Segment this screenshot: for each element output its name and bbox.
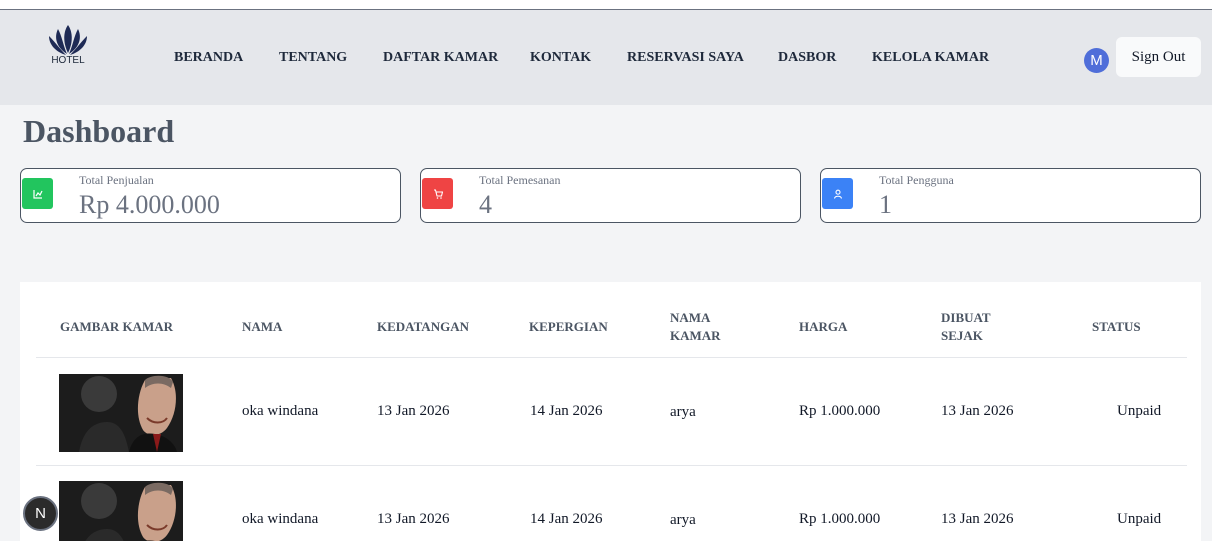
room-image: [59, 481, 183, 541]
nav-kontak[interactable]: KONTAK: [530, 50, 591, 66]
dev-tools-button[interactable]: N: [23, 496, 58, 531]
cell-nama-kamar: arya: [670, 404, 696, 420]
hotel-logo[interactable]: HOTEL: [38, 23, 98, 78]
header-harga: HARGA: [799, 319, 848, 334]
header-nama-kamar-line1: NAMA: [670, 310, 711, 325]
browser-top-edge: [0, 0, 1212, 10]
header-nama-kamar-line2: KAMAR: [670, 328, 721, 343]
nav-beranda[interactable]: BERANDA: [174, 50, 243, 66]
header-dibuat-line2: SEJAK: [941, 328, 983, 343]
stat-value: 4: [479, 190, 492, 219]
stat-label: Total Penjualan: [79, 173, 154, 187]
header-kepergian: KEPERGIAN: [529, 319, 608, 334]
cell-kedatangan: 13 Jan 2026: [377, 403, 450, 419]
cell-nama: oka windana: [242, 403, 319, 419]
cell-kedatangan: 13 Jan 2026: [377, 511, 450, 527]
cell-dibuat-sejak: 13 Jan 2026: [941, 511, 1014, 527]
nav-reservasi-saya[interactable]: RESERVASI SAYA: [627, 50, 744, 66]
header-gambar-kamar: GAMBAR KAMAR: [60, 319, 174, 334]
nav-dasbor[interactable]: DASBOR: [778, 50, 836, 66]
cell-kepergian: 14 Jan 2026: [530, 511, 603, 527]
cell-nama: oka windana: [242, 511, 319, 527]
header-status: STATUS: [1092, 319, 1141, 334]
room-image: [59, 374, 183, 452]
avatar[interactable]: M: [1084, 48, 1109, 73]
chart-icon: [22, 178, 53, 209]
stat-card-total-pengguna: Total Pengguna 1: [820, 168, 1201, 223]
cart-icon: [422, 178, 453, 209]
header-nama: NAMA: [242, 319, 283, 334]
nav-tentang[interactable]: TENTANG: [279, 50, 347, 66]
cell-kepergian: 14 Jan 2026: [530, 403, 603, 419]
cell-harga: Rp 1.000.000: [799, 511, 881, 527]
lotus-icon: [49, 25, 87, 55]
header-dibuat-line1: DIBUAT: [941, 310, 991, 325]
stat-value: 1: [879, 190, 892, 219]
nav-daftar-kamar[interactable]: DAFTAR KAMAR: [383, 50, 498, 66]
cell-nama-kamar: arya: [670, 512, 696, 528]
nav-kelola-kamar[interactable]: KELOLA KAMAR: [872, 50, 989, 66]
page-title: Dashboard: [23, 113, 175, 149]
navbar: HOTEL BERANDA TENTANG DAFTAR KAMAR KONTA…: [0, 10, 1212, 105]
cell-status: Unpaid: [1117, 403, 1162, 419]
stat-card-total-penjualan: Total Penjualan Rp 4.000.000: [20, 168, 401, 223]
row-divider: [36, 465, 1187, 466]
stat-label: Total Pemesanan: [479, 173, 561, 187]
sign-out-button[interactable]: Sign Out: [1116, 37, 1201, 77]
cell-harga: Rp 1.000.000: [799, 403, 881, 419]
stat-label: Total Pengguna: [879, 173, 954, 187]
header-kedatangan: KEDATANGAN: [377, 319, 469, 334]
header-divider: [36, 357, 1187, 358]
cell-dibuat-sejak: 13 Jan 2026: [941, 403, 1014, 419]
user-icon: [822, 178, 853, 209]
logo-text: HOTEL: [51, 55, 85, 66]
stat-value: Rp 4.000.000: [79, 190, 220, 219]
reservations-table: GAMBAR KAMAR NAMA KEDATANGAN KEPERGIAN N…: [20, 282, 1201, 541]
stat-card-total-pemesanan: Total Pemesanan 4: [420, 168, 801, 223]
cell-status: Unpaid: [1117, 511, 1162, 527]
